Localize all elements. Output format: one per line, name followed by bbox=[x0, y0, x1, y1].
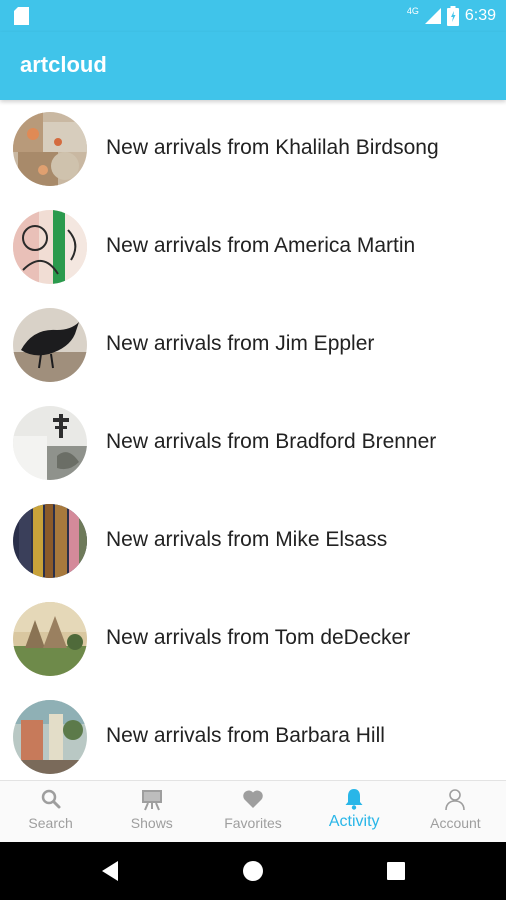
tab-label: Search bbox=[28, 815, 73, 831]
activity-text: New arrivals from Mike Elsass bbox=[106, 528, 388, 551]
tab-shows[interactable]: Shows bbox=[101, 781, 202, 843]
heart-icon bbox=[243, 790, 263, 808]
activity-item[interactable]: New arrivals from Barbara Hill bbox=[0, 688, 506, 780]
tab-account[interactable]: Account bbox=[405, 781, 506, 843]
avatar-bradford-brenner[interactable] bbox=[13, 406, 87, 480]
activity-text: New arrivals from America Martin bbox=[106, 234, 416, 257]
avatar-jim-eppler[interactable] bbox=[13, 308, 87, 382]
sd-card-icon bbox=[14, 7, 29, 25]
status-time: 6:39 bbox=[464, 7, 496, 24]
activity-item[interactable]: New arrivals from Mike Elsass bbox=[0, 492, 506, 590]
status-bar: 4G 6:39 bbox=[0, 0, 506, 32]
activity-item[interactable]: New arrivals from Jim Eppler bbox=[0, 296, 506, 394]
person-icon bbox=[445, 789, 466, 811]
battery-icon bbox=[446, 6, 459, 26]
tab-label: Favorites bbox=[224, 815, 282, 831]
network-type: 4G bbox=[406, 6, 419, 16]
avatar-barbara-hill[interactable] bbox=[13, 700, 87, 774]
tab-search[interactable]: Search bbox=[0, 781, 101, 843]
avatar-khalilah-birdsong[interactable] bbox=[13, 112, 87, 186]
tab-label: Account bbox=[430, 815, 481, 831]
activity-item[interactable]: New arrivals from Tom deDecker bbox=[0, 590, 506, 688]
tab-activity[interactable]: Activity bbox=[304, 781, 405, 843]
activity-text: New arrivals from Khalilah Birdsong bbox=[106, 136, 439, 159]
activity-item[interactable]: New arrivals from Bradford Brenner bbox=[0, 394, 506, 492]
back-icon[interactable] bbox=[98, 858, 124, 884]
avatar-tom-dedecker[interactable] bbox=[13, 602, 87, 676]
activity-text: New arrivals from Bradford Brenner bbox=[106, 430, 437, 453]
activity-text: New arrivals from Barbara Hill bbox=[106, 724, 385, 747]
tab-favorites[interactable]: Favorites bbox=[202, 781, 303, 843]
activity-list: New arrivals from Khalilah Birdsong New … bbox=[0, 100, 506, 780]
system-nav-bar bbox=[0, 842, 506, 900]
avatar-america-martin[interactable] bbox=[13, 210, 87, 284]
app-bar: artcloud bbox=[0, 32, 506, 100]
search-icon bbox=[41, 789, 61, 809]
easel-icon bbox=[141, 790, 162, 811]
home-icon[interactable] bbox=[240, 858, 266, 884]
recents-icon[interactable] bbox=[383, 858, 409, 884]
activity-text: New arrivals from Jim Eppler bbox=[106, 332, 375, 355]
activity-text: New arrivals from Tom deDecker bbox=[106, 626, 411, 649]
activity-item[interactable]: New arrivals from America Martin bbox=[0, 198, 506, 296]
bell-icon bbox=[345, 789, 363, 810]
tab-label: Activity bbox=[328, 813, 380, 830]
tab-label: Shows bbox=[130, 815, 173, 831]
signal-icon bbox=[424, 8, 441, 24]
activity-item[interactable]: New arrivals from Khalilah Birdsong bbox=[0, 100, 506, 198]
bottom-nav: Search Shows Favorites Activity Account bbox=[0, 780, 506, 843]
avatar-mike-elsass[interactable] bbox=[13, 504, 87, 578]
app-title: artcloud bbox=[20, 52, 107, 77]
